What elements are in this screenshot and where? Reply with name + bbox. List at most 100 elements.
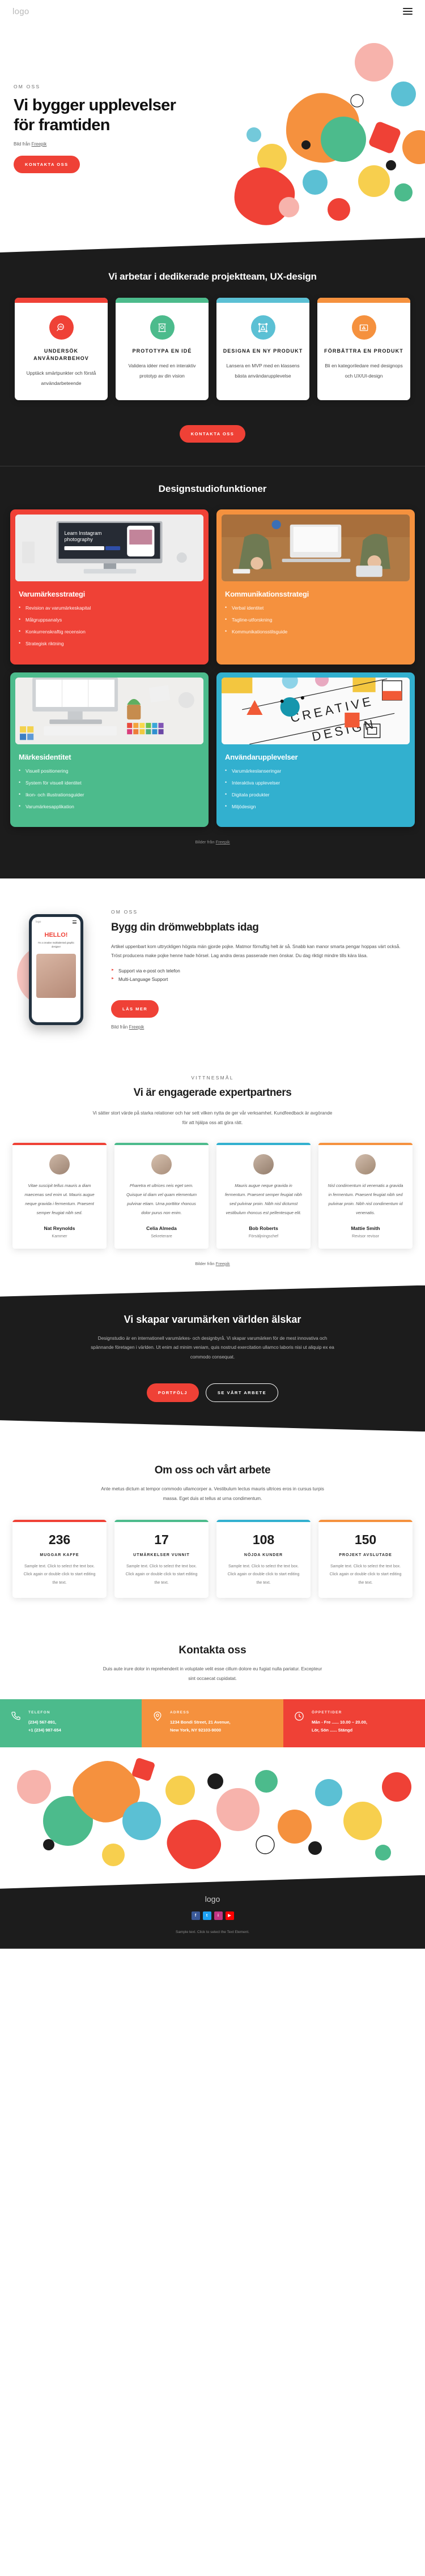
credit-prefix: Bilder från [195, 839, 216, 845]
avatar [355, 1154, 376, 1175]
youtube-icon[interactable]: ▶ [225, 1911, 234, 1920]
feature-list-item: Varumärkesapplikation [19, 803, 203, 809]
avatar [49, 1154, 70, 1175]
feature-list-item: Interaktiva upplevelser [225, 779, 410, 786]
stat-value: 17 [154, 1532, 169, 1547]
twitter-icon[interactable]: t [202, 1911, 211, 1920]
process-card: FÖRBÄTTRA EN PRODUKT Bli en kategorileda… [317, 298, 410, 400]
feature-card: Kommunikationsstrategi Verbal identitet … [216, 509, 415, 665]
feature-list-item: Tagline-utforskning [225, 616, 410, 623]
footer-decorative-art [0, 1747, 425, 1889]
contact-phone-box: TELEFON (234) 567-891, +1 (234) 987-654 [0, 1699, 142, 1747]
credit-link[interactable]: Freepik [32, 142, 47, 147]
stat-label: PROJEKT AVSLUTADE [339, 1553, 392, 1557]
hero-contact-button[interactable]: KONTAKTA OSS [14, 156, 80, 173]
brand-cta-body: Designstudio är en internationell varumä… [91, 1335, 334, 1360]
process-card-grid: UNDERSÖK ANVÄNDARBEHOV Upptäck smärtpunk… [0, 298, 425, 400]
feature-list-item: Visuell positionering [19, 768, 203, 774]
card-accent-bar [12, 1142, 107, 1145]
stat-description: Sample text. Click to select the text bo… [125, 1564, 198, 1585]
footer-logo[interactable]: logo [0, 1895, 425, 1904]
feature-list-item: Konkurrenskraftig recension [19, 628, 203, 635]
stats-intro: Ante metus dictum at tempor commodo ulla… [101, 1486, 324, 1501]
card-accent-bar [318, 1142, 413, 1145]
brand-cta-buttons: PORTFÖLJ SE VÅRT ARBETE [14, 1374, 411, 1402]
card-accent-bar [317, 298, 410, 303]
feature-card: Märkesidentitet Visuell positionering Sy… [10, 672, 209, 828]
hero-title: Vi bygger upplevelser för framtiden [14, 96, 176, 134]
stat-label: MUGGAR KAFFE [40, 1553, 79, 1557]
testimonials-section: VITTNESMÅL Vi är engagerade expertpartne… [0, 1047, 425, 1285]
features-grid: Learn Instagram photography Varumärkesst… [0, 509, 425, 828]
desk-laptop-collaboration-photo [222, 514, 410, 581]
stat-card: 17 UTMÄRKELSER VUNNIT Sample text. Click… [114, 1519, 209, 1598]
phone-icon [10, 1711, 23, 1733]
process-contact-button[interactable]: KONTAKTA OSS [179, 425, 246, 443]
card-accent-bar [114, 1142, 209, 1145]
feature-card-list: Revision av varumärkeskapital Målgruppsa… [15, 605, 203, 647]
stat-card: 150 PROJEKT AVSLUTADE Sample text. Click… [318, 1519, 413, 1598]
phone-frame: logo HELLO! I'm a creative multitalented… [29, 914, 83, 1025]
process-card: DESIGNA EN NY PRODUKT Lansera en MVP med… [216, 298, 309, 400]
site-logo[interactable]: logo [12, 7, 29, 16]
site-header: logo [0, 0, 425, 23]
contact-hours-box: ÖPPETTIDER Mån - Fre ...... 10.00 – 20.0… [283, 1699, 425, 1747]
feature-list-item: Ikon- och illustrationsguider [19, 791, 203, 798]
hamburger-menu-icon[interactable] [403, 6, 413, 16]
design-shapes-icon [250, 315, 275, 340]
credit-link[interactable]: Freepik [216, 1261, 230, 1266]
process-card-title: UNDERSÖK ANVÄNDARBEHOV [33, 348, 89, 362]
credit-link[interactable]: Freepik [216, 839, 230, 845]
feature-list-item: Verbal identitet [225, 605, 410, 611]
process-card-text: Lansera en MVP med en klassens bästa anv… [226, 363, 300, 379]
feature-card: Learn Instagram photography Varumärkesst… [10, 509, 209, 665]
process-card: UNDERSÖK ANVÄNDARBEHOV Upptäck smärtpunk… [15, 298, 108, 400]
feature-card-title: Märkesidentitet [19, 752, 71, 761]
testimonial-quote: Pharetra et ultrices neis eget sem. Quis… [126, 1182, 197, 1216]
hero-eyebrow: OM OSS [14, 84, 41, 89]
brand-cta-section: Vi skapar varumärken världen älskar Desi… [0, 1285, 425, 1432]
credit-link[interactable]: Freepik [129, 1025, 144, 1030]
stat-description: Sample text. Click to select the text bo… [227, 1564, 300, 1585]
phone-portrait-photo [36, 953, 76, 998]
phone-logo: logo [36, 920, 41, 924]
contact-address-content: ADRESS 1234 Bondi Street, 21 Avenue, New… [170, 1711, 231, 1733]
testimonial-quote: Nisl condimentum id venenatis a gravida … [328, 1182, 403, 1216]
contact-line: 1234 Bondi Street, 21 Avenue, [170, 1720, 231, 1725]
promo-read-more-button[interactable]: LÄS MER [111, 1000, 159, 1018]
contact-box-title: ÖPPETTIDER [312, 1711, 342, 1715]
see-our-work-button[interactable]: SE VÅRT ARBETE [206, 1383, 278, 1402]
feature-list-item: Varumärkeslanseringar [225, 768, 410, 774]
contact-box-title: TELEFON [28, 1711, 50, 1715]
testimonial-card: Pharetra et ultrices neis eget sem. Quis… [114, 1142, 209, 1249]
features-section: Designstudiofunktioner Learn Instagram p… [0, 466, 425, 879]
stat-value: 150 [354, 1532, 377, 1547]
prototype-frame-icon [150, 315, 175, 340]
hero-decorative-blobs [204, 40, 425, 226]
creative-design-flatlay-photo: CREATIVE DESIGN [222, 677, 410, 744]
features-image-credit: Bilder från Freepik [0, 839, 425, 845]
testimonial-card: Nisl condimentum id venenatis a gravida … [318, 1142, 413, 1249]
feature-card-list: Verbal identitet Tagline-utforskning Kom… [222, 605, 410, 635]
card-accent-bar [12, 1519, 107, 1522]
contact-box-title: ADRESS [170, 1711, 190, 1715]
portfolio-button[interactable]: PORTFÖLJ [147, 1383, 199, 1402]
contact-section: Kontakta oss Duis aute irure dolor in re… [0, 1623, 425, 1747]
process-card-title: PROTOTYPA EN IDÉ [132, 348, 192, 354]
credit-prefix: Bild från [111, 1025, 129, 1030]
stats-title: Om oss och vårt arbete [154, 1464, 271, 1477]
avatar [151, 1154, 172, 1175]
contact-grid: TELEFON (234) 567-891, +1 (234) 987-654 … [0, 1699, 425, 1747]
phone-screen: logo HELLO! I'm a creative multitalented… [32, 916, 80, 1022]
process-card-text: Upptäck smärtpunkter och förstå användar… [26, 370, 96, 387]
testimonials-image-credit: Bilder från Freepik [0, 1261, 425, 1266]
location-pin-icon [152, 1711, 164, 1733]
feature-list-item: Miljödesign [225, 803, 410, 809]
phone-sub-text: I'm a creative multitalented graphic des… [37, 941, 75, 949]
contact-line: +1 (234) 987-654 [28, 1727, 61, 1733]
process-card-title: DESIGNA EN NY PRODUKT [223, 348, 303, 354]
facebook-icon[interactable]: f [191, 1911, 200, 1920]
stat-description: Sample text. Click to select the text bo… [329, 1564, 402, 1585]
instagram-icon[interactable]: i [214, 1911, 223, 1920]
contact-title: Kontakta oss [178, 1644, 246, 1656]
